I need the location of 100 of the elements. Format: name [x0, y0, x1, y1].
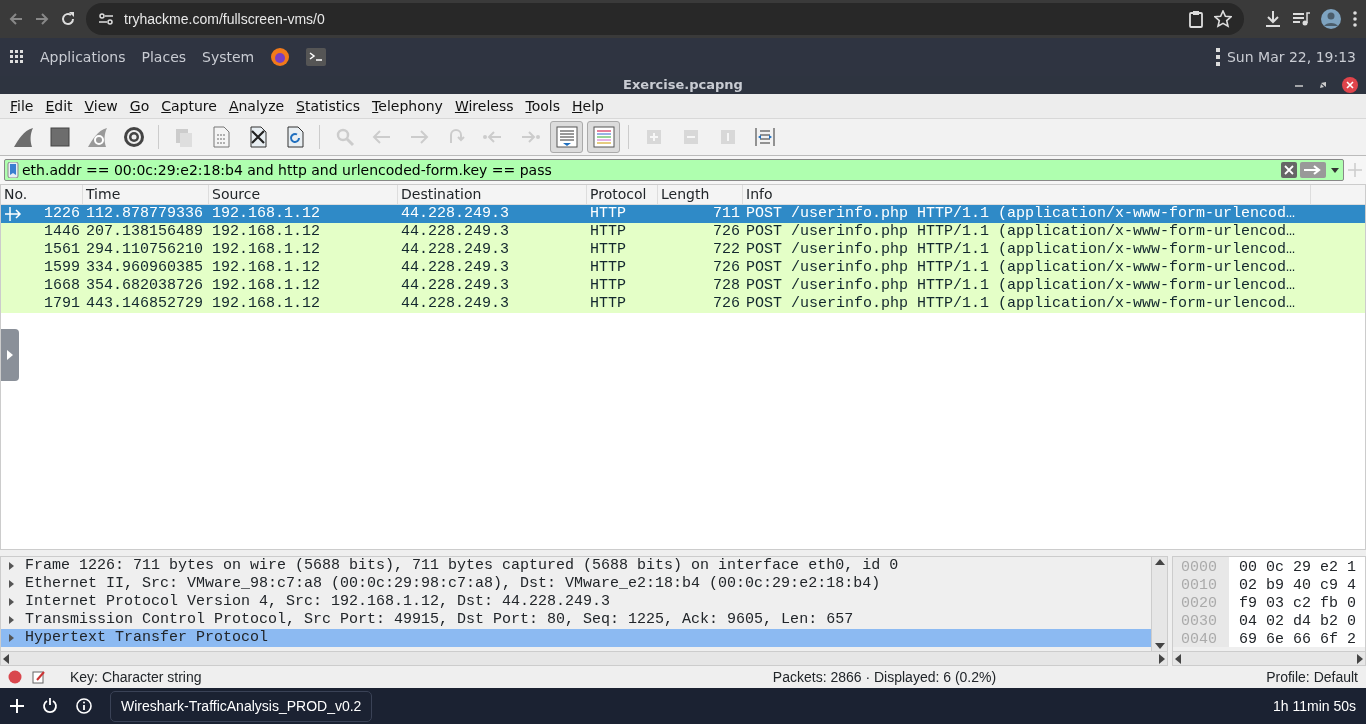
tree-row[interactable]: Transmission Control Protocol, Src Port: 49915, Dst Port: 80, Seq: 1225, Ack: 9605, Len: 657 — [1, 611, 1151, 629]
panel-menu[interactable]: System — [202, 46, 255, 68]
more-menu-icon[interactable] — [1352, 10, 1358, 28]
packet-row[interactable]: 1446 207.138156489 192.168.1.12 44.228.249.3 HTTP 726 POST /userinfo.php HTTP/1.1 (application/x-www-form-urlencod… — [1, 223, 1365, 241]
column-header[interactable]: Source — [209, 185, 398, 204]
column-header[interactable]: Time — [83, 185, 209, 204]
profile-label[interactable]: Profile: Default — [1266, 666, 1358, 688]
table-cell-text: 711 — [712, 205, 741, 223]
table-cell-text: 192.168.1.12 — [211, 259, 322, 277]
menu-item[interactable]: Edit — [39, 95, 79, 117]
packet-row[interactable]: 1668 354.682038726 192.168.1.12 44.228.249.3 HTTP 728 POST /userinfo.php HTTP/1.1 (application/x-www-form-urlencod… — [1, 277, 1365, 295]
close-icon[interactable] — [1342, 77, 1358, 93]
column-header[interactable]: Destination — [398, 185, 587, 204]
packet-row[interactable]: 1791 443.146852729 192.168.1.12 44.228.249.3 HTTP 726 POST /userinfo.php HTTP/1.1 (application/x-www-form-urlencod… — [1, 295, 1365, 313]
auto-scroll-button[interactable] — [550, 121, 583, 153]
add-icon[interactable] — [10, 699, 24, 713]
star-icon[interactable] — [1214, 10, 1232, 28]
back-icon[interactable] — [8, 11, 24, 27]
avatar-icon[interactable] — [1320, 8, 1342, 30]
menu-item[interactable]: Go — [123, 95, 156, 117]
download-icon[interactable] — [1264, 10, 1282, 28]
table-cell-text: HTTP — [589, 205, 627, 223]
clear-icon[interactable] — [1281, 162, 1297, 178]
field-info: Key: Character string — [70, 667, 202, 687]
scroll-left-icon[interactable] — [3, 653, 9, 664]
menu-item[interactable]: Capture — [155, 95, 223, 117]
table-cell-text: 354.682038726 — [85, 277, 205, 295]
byte-offset: 0040 — [1173, 629, 1229, 647]
menu-item[interactable]: Telephony — [366, 95, 449, 117]
color-lines-button[interactable] — [587, 121, 620, 153]
menu-item[interactable]: Wireless — [448, 95, 520, 117]
table-cell-text: 44.228.249.3 — [400, 223, 511, 241]
power-icon[interactable] — [42, 698, 58, 714]
vertical-scrollbar[interactable] — [1151, 557, 1167, 651]
horizontal-scrollbar[interactable] — [1, 651, 1167, 665]
scroll-right-icon[interactable] — [1159, 653, 1165, 664]
expand-icon — [7, 350, 13, 360]
packet-row[interactable]: 1226 112.878779336 192.168.1.12 44.228.249.3 HTTP 711 POST /userinfo.php HTTP/1.1 (application/x-www-form-urlencod… — [1, 205, 1365, 223]
table-cell-text: HTTP — [589, 295, 627, 313]
reload-icon[interactable] — [60, 11, 76, 27]
byte-offset: 0030 — [1173, 611, 1229, 629]
terminal-icon[interactable] — [306, 48, 327, 66]
packet-count: Packets: 2866 · Displayed: 6 (0.2%) — [772, 667, 997, 687]
hex-bytes: f9 03 c2 fb 0 — [1229, 593, 1365, 611]
packet-row[interactable]: 1599 334.960960385 192.168.1.12 44.228.249.3 HTTP 726 POST /userinfo.php HTTP/1.1 (application/x-www-form-urlencod… — [1, 259, 1365, 277]
table-cell-text: 192.168.1.12 — [211, 295, 322, 313]
byte-offset: 0020 — [1173, 593, 1229, 611]
column-header[interactable]: Info — [743, 185, 1311, 204]
tree-row[interactable]: Frame 1226: 711 bytes on wire (5688 bits), 711 bytes captured (5688 bits) on interface eth0, id 0 — [1, 557, 1151, 575]
auto-scroll-icon — [554, 125, 579, 149]
tree-row[interactable]: Ethernet II, Src: VMware_98:c7:a8 (00:0c:29:98:c7:a8), Dst: VMware_e2:18:b4 (00:0c:29:e2:18:b4) — [1, 575, 1151, 593]
side-panel-handle[interactable] — [1, 329, 19, 381]
maximize-icon[interactable] — [1318, 80, 1328, 90]
tree-row[interactable]: Internet Protocol Version 4, Src: 192.168.1.12, Dst: 44.228.249.3 — [1, 593, 1151, 611]
media-queue-icon[interactable] — [1292, 11, 1310, 27]
address-bar[interactable]: tryhackme.com/fullscreen-vms/0 — [86, 3, 1244, 35]
panel-menu[interactable]: Applications — [40, 46, 126, 68]
tree-item-text: Hypertext Transfer Protocol — [25, 627, 269, 648]
edit-note-icon[interactable] — [32, 670, 46, 684]
menu-item[interactable]: Tools — [519, 95, 566, 117]
column-header[interactable]: Protocol — [587, 185, 658, 204]
menu-item[interactable]: View — [78, 95, 124, 117]
menu-item[interactable]: File — [4, 95, 40, 117]
status-dot-icon[interactable] — [8, 670, 22, 684]
hex-bytes: 69 6e 66 6f 2 — [1229, 629, 1365, 647]
bookmark-icon[interactable] — [7, 162, 19, 178]
menu-item[interactable]: Statistics — [290, 95, 367, 117]
panel-menu[interactable]: Places — [141, 46, 187, 68]
scroll-down-icon[interactable] — [1154, 643, 1165, 649]
clipboard-icon[interactable] — [1188, 10, 1204, 28]
table-cell-text: 44.228.249.3 — [400, 241, 511, 259]
column-header[interactable]: Length — [658, 185, 743, 204]
panel-menu-icon[interactable] — [1216, 48, 1220, 66]
color-lines-icon — [591, 125, 616, 149]
table-cell-text: 44.228.249.3 — [400, 277, 511, 295]
table-cell-text: 294.110756210 — [85, 241, 205, 259]
table-cell-text: POST /userinfo.php HTTP/1.1 (application/x-www-form-urlencod… — [745, 205, 1297, 223]
menu-item[interactable]: Help — [566, 95, 610, 117]
browser-icon[interactable] — [270, 47, 291, 67]
packet-row[interactable]: 1561 294.110756210 192.168.1.12 44.228.249.3 HTTP 722 POST /userinfo.php HTTP/1.1 (application/x-www-form-urlencod… — [1, 241, 1365, 259]
machine-tab[interactable]: Wireshark-TrafficAnalysis_PROD_v0.2 — [110, 690, 373, 722]
info-icon[interactable] — [76, 698, 92, 714]
scroll-left-icon[interactable] — [1175, 653, 1181, 664]
site-settings-icon[interactable] — [98, 11, 114, 27]
scroll-up-icon[interactable] — [1154, 559, 1165, 565]
column-header[interactable]: No. — [1, 185, 83, 204]
table-cell-text: POST /userinfo.php HTTP/1.1 (application/x-www-form-urlencod… — [745, 241, 1297, 259]
app-grid-icon[interactable] — [10, 50, 24, 64]
table-cell: 1791 — [44, 295, 80, 313]
forward-icon[interactable] — [34, 11, 50, 27]
clock[interactable]: Sun Mar 22, 19:13 — [1227, 46, 1356, 68]
table-cell-text: 192.168.1.12 — [211, 223, 322, 241]
table-cell-text: POST /userinfo.php HTTP/1.1 (application/x-www-form-urlencod… — [745, 277, 1297, 295]
scroll-right-icon[interactable] — [1357, 653, 1363, 664]
tree-row[interactable]: Hypertext Transfer Protocol — [1, 629, 1151, 647]
table-cell: 1226 — [44, 205, 80, 223]
horizontal-scrollbar[interactable] — [1173, 651, 1365, 665]
table-cell-text: 722 — [712, 241, 741, 259]
menu-item[interactable]: Analyze — [222, 95, 291, 117]
table-cell-text: 192.168.1.12 — [211, 277, 322, 295]
